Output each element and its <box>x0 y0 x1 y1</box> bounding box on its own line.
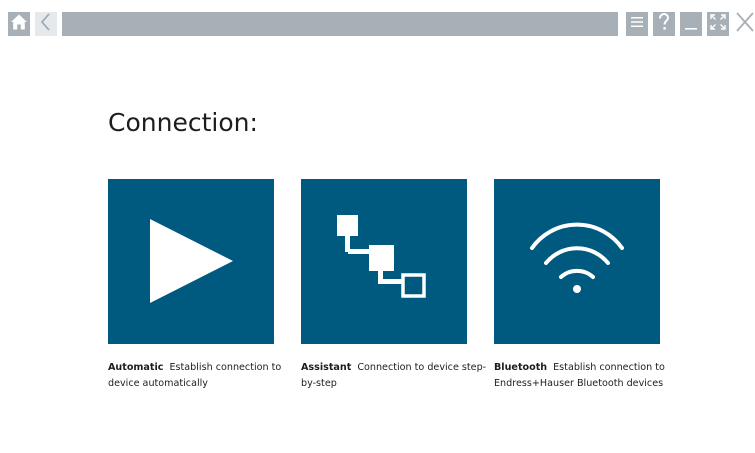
toolbar <box>0 11 755 38</box>
bluetooth-label: Bluetooth <box>494 362 548 373</box>
page-title: Connection: <box>108 108 258 137</box>
assistant-tile[interactable] <box>301 179 467 344</box>
title-bar <box>62 12 618 36</box>
home-button[interactable] <box>8 12 30 36</box>
wifi-icon <box>530 222 624 293</box>
maximize-icon <box>709 13 727 36</box>
play-icon <box>150 219 233 303</box>
step-diagram-icon <box>337 215 426 298</box>
close-button[interactable] <box>734 11 755 38</box>
back-button[interactable] <box>35 12 57 36</box>
automatic-label: Automatic <box>108 362 164 373</box>
bluetooth-description: Bluetooth Establish connection to Endress… <box>494 360 680 392</box>
maximize-button[interactable] <box>707 12 729 36</box>
app-window: Connection: Automatic Establish connectio… <box>0 0 755 453</box>
home-icon <box>10 13 28 36</box>
automatic-description: Automatic Establish connection to device … <box>108 360 294 392</box>
bluetooth-tile[interactable] <box>494 179 660 344</box>
help-button[interactable] <box>653 12 675 36</box>
menu-button[interactable] <box>626 12 648 36</box>
back-icon <box>39 12 53 37</box>
help-icon <box>656 12 672 37</box>
close-icon <box>735 11 755 38</box>
assistant-label: Assistant <box>301 362 352 373</box>
assistant-description: Assistant Connection to device step-by-st… <box>301 360 487 392</box>
menu-icon <box>629 14 645 35</box>
automatic-tile[interactable] <box>108 179 274 344</box>
minimize-icon <box>683 12 699 37</box>
minimize-button[interactable] <box>680 12 702 36</box>
